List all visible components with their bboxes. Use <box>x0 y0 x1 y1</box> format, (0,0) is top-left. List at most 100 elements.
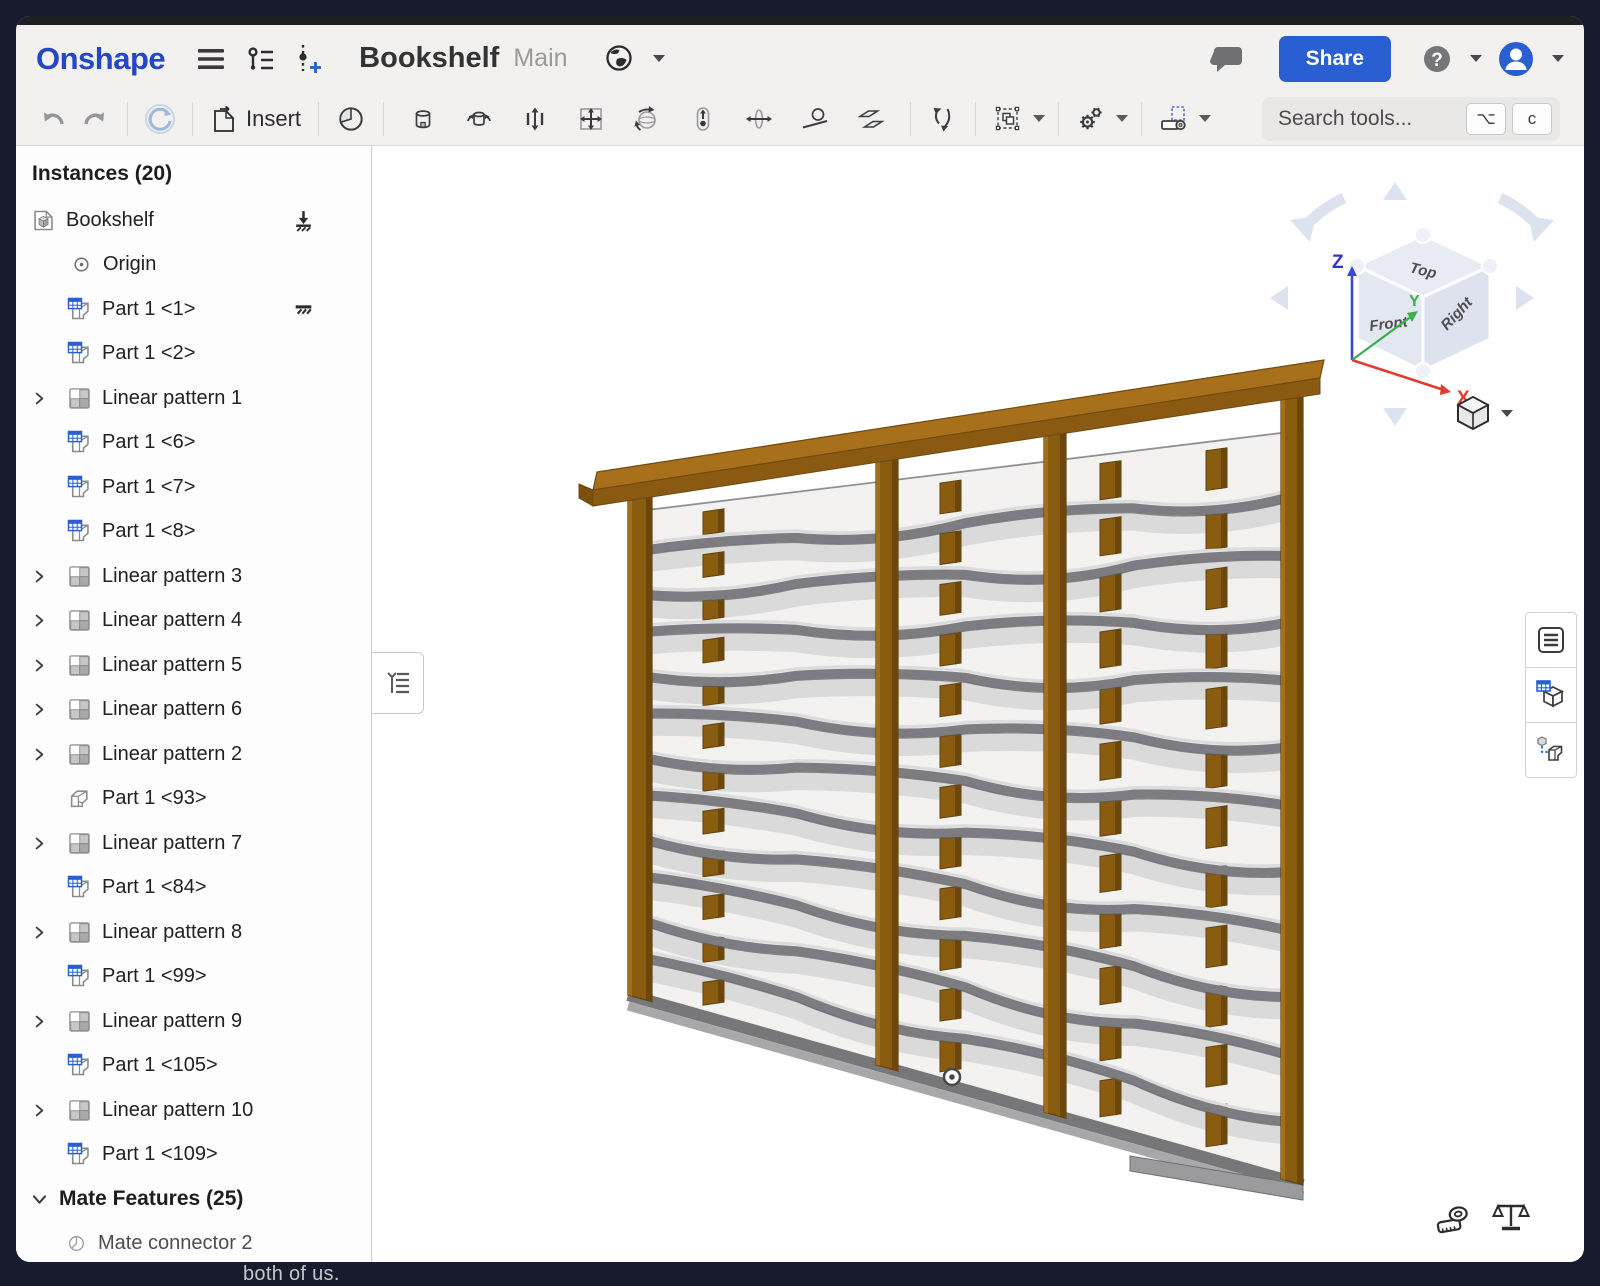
graphics-area[interactable]: Top Front Right Z Y X <box>372 146 1584 1262</box>
tree-item-linear-pattern[interactable]: Linear pattern 5 <box>16 643 371 688</box>
toolbar-divider <box>192 102 193 136</box>
workspace-name[interactable]: Main <box>513 44 567 73</box>
fastened-mate-icon[interactable] <box>334 102 368 136</box>
help-icon[interactable]: ? <box>1420 42 1454 76</box>
snap-mode-icon[interactable] <box>926 102 960 136</box>
tree-item-linear-pattern[interactable]: Linear pattern 7 <box>16 821 371 866</box>
tree-item-part[interactable]: Part 1 <109> <box>16 1133 371 1178</box>
tree-item-linear-pattern[interactable]: Linear pattern 6 <box>16 688 371 733</box>
document-title: Bookshelf <box>359 42 499 75</box>
insert-button[interactable]: Insert <box>210 104 301 134</box>
display-states-caret-icon[interactable] <box>1033 115 1045 122</box>
planar-mate-icon[interactable] <box>574 102 608 136</box>
share-button[interactable]: Share <box>1279 36 1391 82</box>
comment-icon[interactable] <box>1210 42 1246 76</box>
tree-item-linear-pattern[interactable]: Linear pattern 2 <box>16 732 371 777</box>
tree-item-part[interactable]: Part 1 <6> <box>16 421 371 466</box>
chevron-right-icon[interactable] <box>31 701 48 718</box>
bookshelf-3d-model[interactable]: Top Front Right Z Y X <box>372 146 1584 1262</box>
assembly-toolbar: Insert <box>16 92 1584 146</box>
instances-panel-toggle[interactable] <box>372 652 424 714</box>
part-icon <box>66 1052 93 1079</box>
redo-button[interactable] <box>78 102 112 136</box>
pin-slot-mate-icon[interactable] <box>686 102 720 136</box>
undo-button[interactable] <box>36 102 70 136</box>
tree-item-part[interactable]: Part 1 <8> <box>16 510 371 555</box>
parallel-mate-icon[interactable] <box>854 102 888 136</box>
chevron-right-icon[interactable] <box>31 835 48 852</box>
hamburger-menu-icon[interactable] <box>196 46 226 72</box>
view-options-button[interactable] <box>1452 390 1524 436</box>
measure-tool-button[interactable] <box>1430 1196 1476 1242</box>
gimbal-mate-icon[interactable] <box>742 102 776 136</box>
linear-pattern-icon <box>66 607 93 634</box>
tree-item-part[interactable]: Part 1 <7> <box>16 465 371 510</box>
tree-item-part[interactable]: Part 1 <105> <box>16 1044 371 1089</box>
tree-item-linear-pattern[interactable]: Linear pattern 9 <box>16 999 371 1044</box>
sheet-roll-caret-icon[interactable] <box>1199 115 1211 122</box>
tree-item-linear-pattern[interactable]: Linear pattern 10 <box>16 1088 371 1133</box>
search-tools-field[interactable]: Search tools... ⌥ c <box>1262 97 1560 141</box>
tree-item-bookshelf[interactable]: Bookshelf <box>16 198 371 243</box>
tree-item-part[interactable]: Part 1 <84> <box>16 866 371 911</box>
tree-item-linear-pattern[interactable]: Linear pattern 1 <box>16 376 371 421</box>
slider-mate-icon[interactable] <box>518 102 552 136</box>
tape-measure-icon <box>1432 1198 1474 1240</box>
version-tree-icon[interactable] <box>244 44 276 74</box>
revolute-mate-icon[interactable] <box>406 102 440 136</box>
sheet-roll-icon[interactable] <box>1157 102 1191 136</box>
help-caret-icon[interactable] <box>1470 55 1482 62</box>
tree-item-mate-connector[interactable]: Mate connector 2 <box>16 1222 371 1263</box>
chevron-right-icon[interactable] <box>31 568 48 585</box>
scales-icon <box>1490 1196 1532 1238</box>
chevron-right-icon[interactable] <box>31 746 48 763</box>
toolbar-divider <box>127 102 128 136</box>
assembly-settings-gears-icon[interactable] <box>1074 102 1108 136</box>
tree-item-linear-pattern[interactable]: Linear pattern 4 <box>16 599 371 644</box>
mass-properties-button[interactable] <box>1488 1194 1534 1240</box>
tree-item-linear-pattern[interactable]: Linear pattern 3 <box>16 554 371 599</box>
part-icon <box>66 785 93 812</box>
rotate-update-icon[interactable] <box>143 102 177 136</box>
globe-caret-icon[interactable] <box>653 55 665 62</box>
bom-table-panel-button[interactable] <box>1525 667 1577 723</box>
tangent-mate-icon[interactable] <box>798 102 832 136</box>
avatar[interactable] <box>1496 39 1536 79</box>
globe-icon[interactable] <box>603 43 637 75</box>
shortcut-key-option: ⌥ <box>1466 103 1506 135</box>
linear-pattern-icon <box>66 919 93 946</box>
chevron-right-icon[interactable] <box>31 924 48 941</box>
tree-item-part[interactable]: Part 1 <2> <box>16 332 371 377</box>
instance-configuration-button[interactable] <box>1525 722 1577 778</box>
onshape-logo[interactable]: Onshape <box>36 41 165 77</box>
chevron-right-icon[interactable] <box>31 612 48 629</box>
chevron-right-icon[interactable] <box>31 1102 48 1119</box>
chevron-down-icon[interactable] <box>30 1190 49 1209</box>
linear-pattern-icon <box>66 385 93 412</box>
create-version-icon[interactable] <box>294 43 324 75</box>
header-right-group: Share ? <box>1201 36 1564 82</box>
instances-title: Instances (20) <box>32 162 371 198</box>
account-caret-icon[interactable] <box>1552 55 1564 62</box>
chevron-right-icon[interactable] <box>31 390 48 407</box>
tree-item-part[interactable]: Part 1 <93> <box>16 777 371 822</box>
feature-list-panel-button[interactable] <box>1525 612 1577 668</box>
linear-pattern-icon <box>66 696 93 723</box>
origin-icon <box>71 254 92 275</box>
chevron-right-icon[interactable] <box>31 1013 48 1030</box>
tree-item-origin[interactable]: Origin <box>16 243 371 288</box>
chevron-right-icon[interactable] <box>31 657 48 674</box>
tree-item-linear-pattern[interactable]: Linear pattern 8 <box>16 910 371 955</box>
part-icon <box>66 296 93 323</box>
ball-mate-icon[interactable] <box>630 102 664 136</box>
linear-pattern-icon <box>66 830 93 857</box>
tree-item-part[interactable]: Part 1 <1> <box>16 287 371 332</box>
origin-marker[interactable] <box>944 1069 960 1085</box>
mate-features-section[interactable]: Mate Features (25) <box>16 1177 371 1222</box>
app-header: Onshape Bookshelf Main <box>16 25 1584 92</box>
settings-caret-icon[interactable] <box>1116 115 1128 122</box>
tree-item-part[interactable]: Part 1 <99> <box>16 955 371 1000</box>
display-states-icon[interactable] <box>991 102 1025 136</box>
linear-pattern-icon <box>66 563 93 590</box>
cylindrical-mate-icon[interactable] <box>462 102 496 136</box>
